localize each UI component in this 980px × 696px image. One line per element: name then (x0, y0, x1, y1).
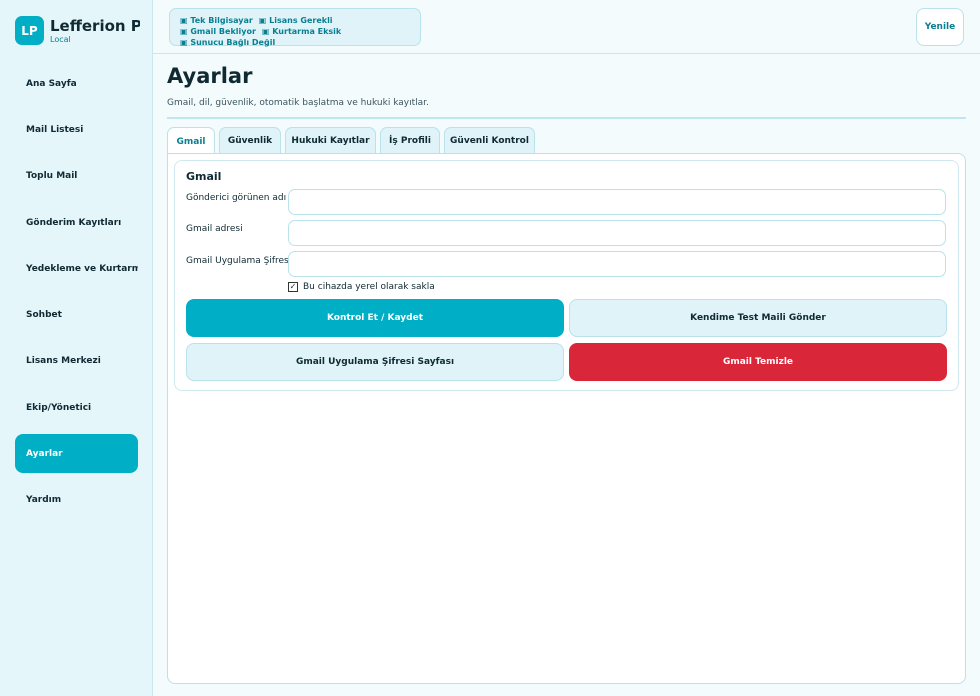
save-locally-label: Bu cihazda yerel olarak sakla (303, 282, 435, 292)
tab-guvenli-kontrol[interactable]: Güvenli Kontrol (444, 127, 535, 154)
gmail-address-input[interactable] (288, 220, 946, 246)
sidebar: LP Lefferion Pro Local Ana Sayfa Mail Li… (0, 0, 153, 696)
app-password-input[interactable] (288, 251, 946, 277)
brand: LP Lefferion Pro Local (15, 16, 140, 45)
section-title: Gmail (186, 170, 222, 183)
divider (167, 117, 966, 119)
sidebar-item-gonderim-kayitlari[interactable]: Gönderim Kayıtları (15, 203, 138, 242)
tab-hukuki-kayitlar[interactable]: Hukuki Kayıtlar (285, 127, 376, 154)
sidebar-item-ana-sayfa[interactable]: Ana Sayfa (15, 64, 138, 103)
tab-gmail[interactable]: Gmail (167, 127, 215, 155)
status-badge: ▣ Sunucu Bağlı Değil (180, 38, 276, 47)
page-title: Ayarlar (167, 64, 253, 88)
sidebar-item-toplu-mail[interactable]: Toplu Mail (15, 156, 138, 195)
brand-name: Lefferion Pro (50, 16, 140, 35)
brand-logo: LP (15, 16, 44, 45)
status-badge: ▣ Gmail Bekliyor (180, 27, 256, 36)
status-badges: ▣ Tek Bilgisayar ▣ Lisans Gerekli ▣ Gmai… (169, 8, 421, 47)
sidebar-item-yardim[interactable]: Yardım (15, 480, 138, 519)
page-subtitle: Gmail, dil, güvenlik, otomatik başlatma … (167, 98, 429, 108)
save-locally-row[interactable]: ✓ Bu cihazda yerel olarak sakla (288, 282, 435, 292)
top-bar: ▣ Tek Bilgisayar ▣ Lisans Gerekli ▣ Gmai… (153, 0, 980, 54)
status-badge: ▣ Kurtarma Eksik (261, 27, 342, 36)
status-badge: ▣ Lisans Gerekli (258, 16, 333, 25)
sidebar-item-ayarlar[interactable]: Ayarlar (15, 434, 138, 473)
app-password-label: Gmail Uygulama Şifresi (186, 256, 292, 266)
app-password-page-button[interactable]: Gmail Uygulama Şifresi Sayfası (186, 343, 564, 381)
sender-name-input[interactable] (288, 189, 946, 215)
gmail-address-label: Gmail adresi (186, 224, 243, 234)
sidebar-item-mail-listesi[interactable]: Mail Listesi (15, 110, 138, 149)
sender-name-label: Gönderici görünen adı (186, 193, 287, 203)
sidebar-item-sohbet[interactable]: Sohbet (15, 295, 138, 334)
check-save-button[interactable]: Kontrol Et / Kaydet (186, 299, 564, 337)
brand-subtitle: Local (50, 34, 71, 44)
status-badge: ▣ Tek Bilgisayar (180, 16, 253, 25)
sidebar-item-yedekleme[interactable]: Yedekleme ve Kurtarma (15, 249, 138, 288)
save-locally-checkbox[interactable]: ✓ (288, 282, 298, 292)
send-test-mail-button[interactable]: Kendime Test Maili Gönder (569, 299, 947, 337)
tab-guvenlik[interactable]: Güvenlik (219, 127, 281, 154)
refresh-button[interactable]: Yenile (916, 8, 964, 46)
clear-gmail-button[interactable]: Gmail Temizle (569, 343, 947, 381)
sidebar-item-ekip-yonetici[interactable]: Ekip/Yönetici (15, 388, 138, 427)
tab-is-profili[interactable]: İş Profili (380, 127, 440, 154)
sidebar-item-lisans-merkezi[interactable]: Lisans Merkezi (15, 341, 138, 380)
